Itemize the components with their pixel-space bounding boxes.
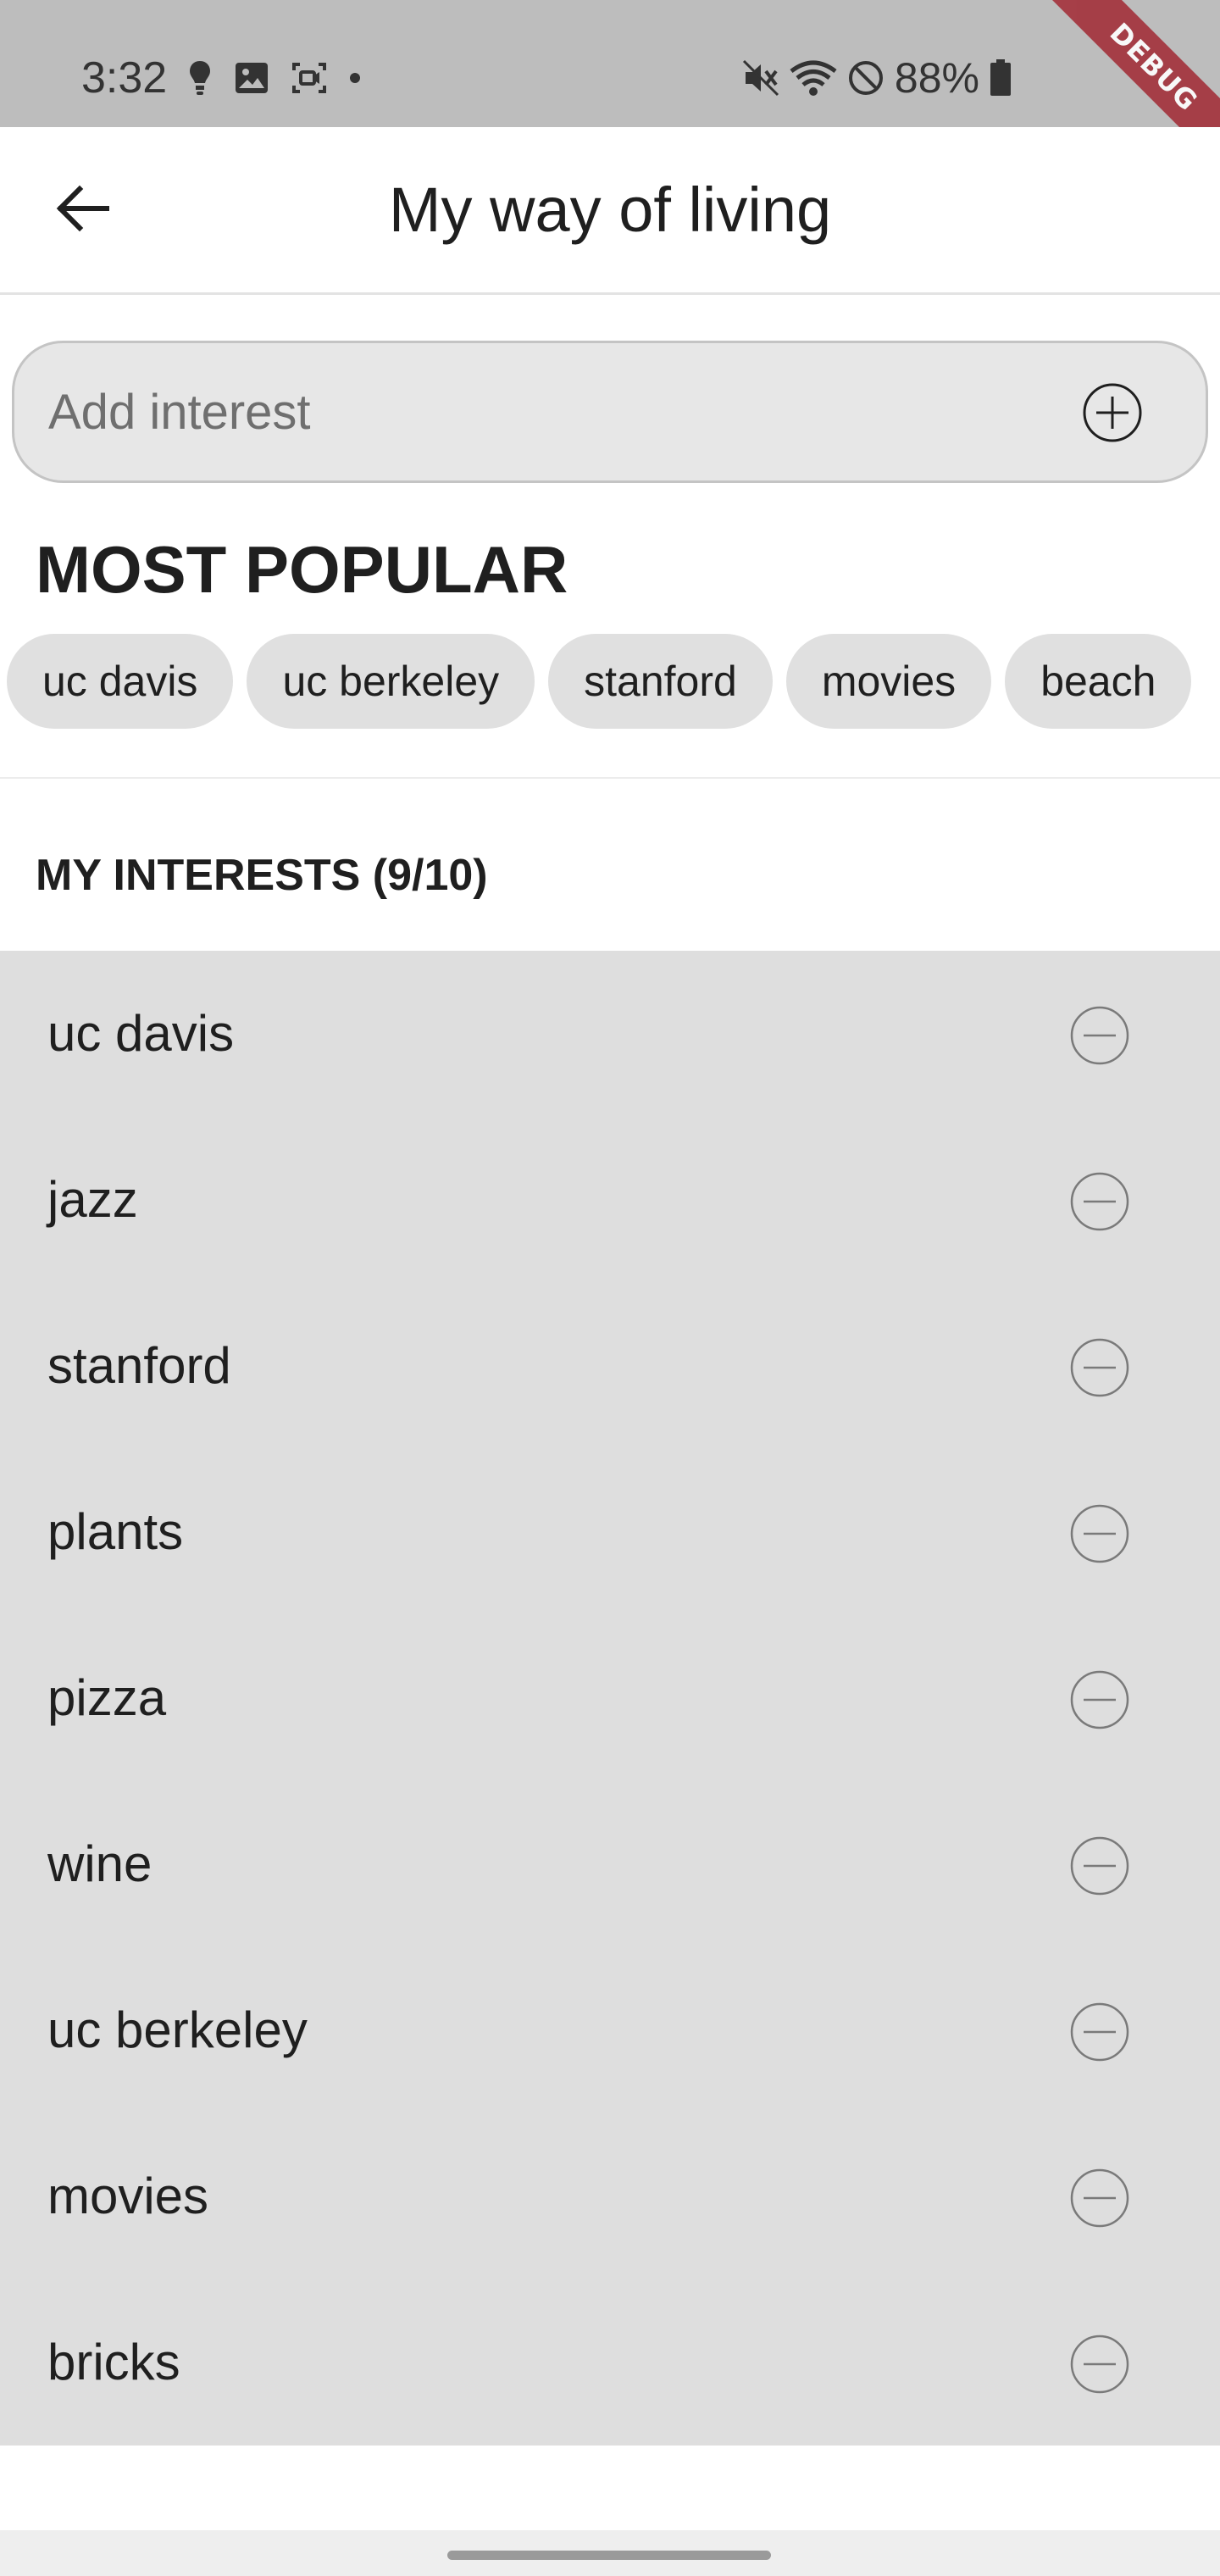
remove-interest-button[interactable]: [1066, 1002, 1134, 1069]
screen-record-icon: [291, 62, 327, 94]
page-title: My way of living: [388, 175, 832, 245]
popular-chip[interactable]: beach: [1005, 634, 1192, 729]
interests-list: uc davis jazz stanford plants pizza wine…: [0, 951, 1220, 2446]
popular-chips: uc davis uc berkeley stanford movies bea…: [7, 634, 1192, 729]
interest-label: uc berkeley: [47, 2001, 308, 2058]
add-interest-input[interactable]: [48, 343, 1023, 480]
screen: 3:32 88% DEBUG My way of living Add inte…: [0, 0, 1220, 2576]
remove-circle-icon: [1070, 2002, 1129, 2062]
dot-icon: [349, 72, 361, 84]
lightbulb-icon: [188, 59, 212, 97]
my-interests-title: MY INTERESTS (9/10): [36, 851, 488, 900]
wifi-icon: [790, 59, 837, 97]
do-not-disturb-icon: [847, 59, 884, 97]
remove-interest-button[interactable]: [1066, 1998, 1134, 2066]
status-time: 3:32: [81, 53, 168, 103]
interest-label: bricks: [47, 2334, 180, 2390]
status-bar: 3:32 88%: [0, 0, 1220, 127]
battery-icon: [990, 59, 1012, 97]
remove-interest-button[interactable]: [1066, 1168, 1134, 1235]
popular-chip[interactable]: stanford: [548, 634, 773, 729]
remove-circle-icon: [1070, 1670, 1129, 1729]
remove-interest-button[interactable]: [1066, 2164, 1134, 2232]
interest-label: plants: [47, 1503, 184, 1560]
remove-circle-icon: [1070, 1504, 1129, 1563]
image-icon: [234, 61, 269, 95]
remove-circle-icon: [1070, 2168, 1129, 2228]
remove-interest-button[interactable]: [1066, 1500, 1134, 1568]
interest-label: stanford: [47, 1337, 231, 1394]
popular-chip[interactable]: uc berkeley: [247, 634, 535, 729]
interest-label: jazz: [47, 1171, 138, 1228]
remove-circle-icon: [1070, 1172, 1129, 1231]
interest-label: pizza: [47, 1669, 167, 1726]
list-item: jazz: [0, 1117, 1220, 1283]
remove-interest-button[interactable]: [1066, 1666, 1134, 1734]
list-item: wine: [0, 1781, 1220, 1947]
list-item: bricks: [0, 2279, 1220, 2446]
remove-interest-button[interactable]: [1066, 1832, 1134, 1900]
add-interest-button[interactable]: [1077, 379, 1148, 450]
popular-chip[interactable]: movies: [785, 634, 992, 729]
mute-icon: [742, 59, 779, 97]
system-nav-bar: [0, 2530, 1220, 2576]
list-item: pizza: [0, 1615, 1220, 1781]
remove-circle-icon: [1070, 1836, 1129, 1896]
home-handle[interactable]: [447, 2551, 771, 2560]
interest-label: wine: [47, 1835, 152, 1892]
remove-interest-button[interactable]: [1066, 2330, 1134, 2398]
list-item: movies: [0, 2113, 1220, 2279]
add-circle-icon: [1081, 381, 1144, 448]
app-bar: My way of living: [0, 127, 1220, 295]
remove-interest-button[interactable]: [1066, 1334, 1134, 1402]
interest-label: movies: [47, 2168, 209, 2224]
list-item: stanford: [0, 1283, 1220, 1449]
status-right: 88%: [742, 53, 1012, 103]
interest-label: uc davis: [47, 1005, 235, 1062]
remove-circle-icon: [1070, 1338, 1129, 1397]
list-item: uc davis: [0, 951, 1220, 1117]
remove-circle-icon: [1070, 2334, 1129, 2394]
divider: [0, 777, 1220, 779]
remove-circle-icon: [1070, 1006, 1129, 1065]
add-interest-field: [12, 341, 1208, 483]
most-popular-title: MOST POPULAR: [36, 532, 568, 607]
battery-percent: 88%: [894, 54, 979, 102]
list-item: uc berkeley: [0, 1947, 1220, 2113]
status-left-icons: [188, 58, 361, 98]
popular-chip[interactable]: uc davis: [7, 634, 234, 729]
list-item: plants: [0, 1449, 1220, 1615]
